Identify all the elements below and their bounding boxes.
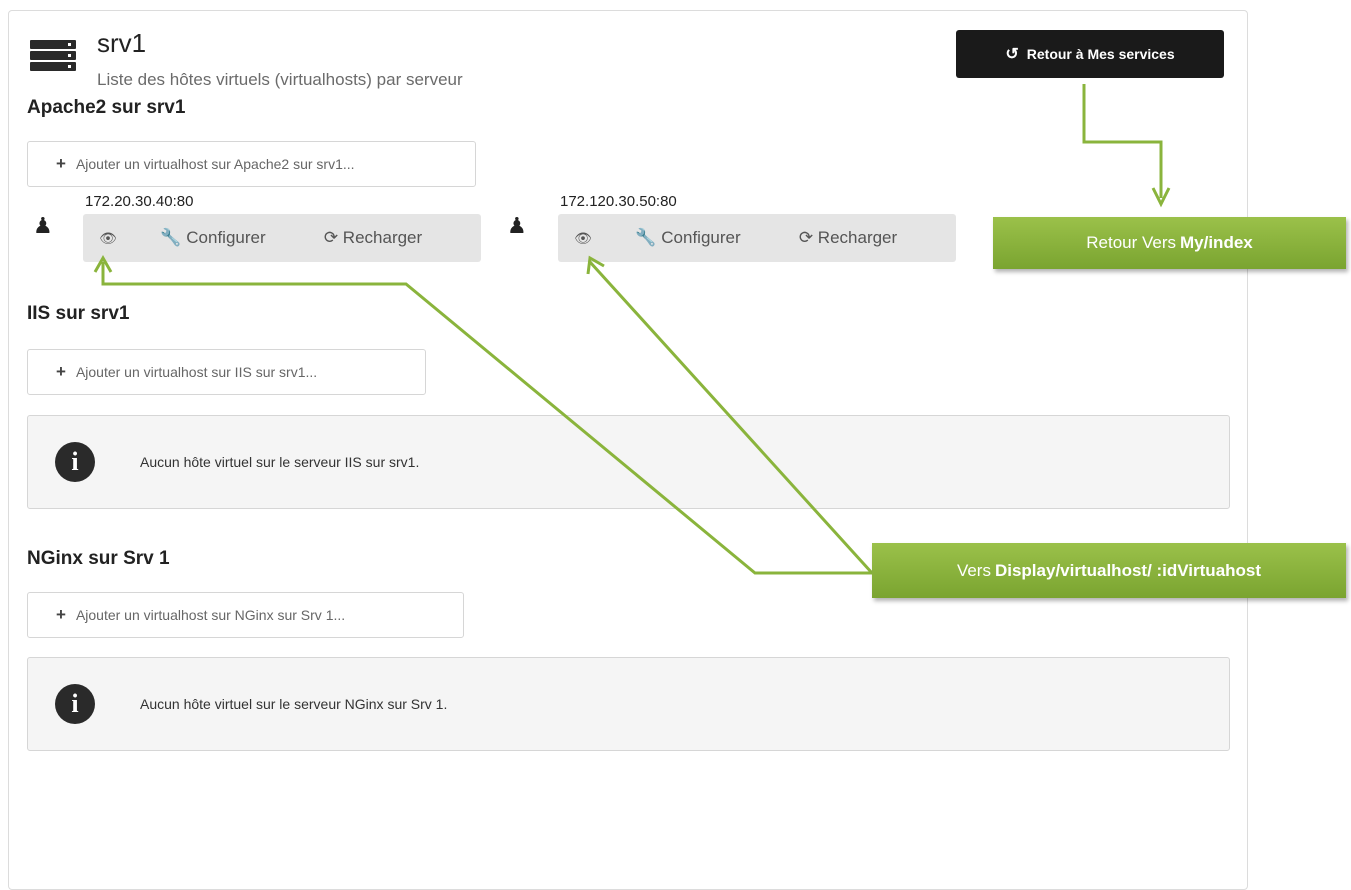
- annotation-target: My/index: [1180, 233, 1253, 252]
- eye-icon[interactable]: 👁: [558, 230, 608, 247]
- empty-state-nginx: i Aucun hôte virtuel sur le serveur NGin…: [27, 657, 1230, 751]
- reload-label: Recharger: [817, 228, 898, 247]
- plus-icon: +: [56, 154, 66, 173]
- plus-icon: +: [56, 362, 66, 381]
- server-icon: [30, 40, 76, 72]
- section-title-nginx: NGinx sur Srv 1: [27, 548, 170, 569]
- configure-label: Configurer: [661, 228, 741, 247]
- add-virtualhost-label: Ajouter un virtualhost sur Apache2 sur s…: [75, 156, 355, 172]
- vhost-actions: 👁 🔧 Configurer ⟳ Recharger: [83, 214, 481, 262]
- annotation-target: Display/virtualhost/ :idVirtuahost: [994, 560, 1262, 580]
- vhost-address: 172.20.30.40:80: [85, 193, 194, 210]
- annotation-display-target: Vers Display/virtualhost/ :idVirtuahost: [872, 543, 1346, 598]
- configure-button[interactable]: 🔧 Configurer: [608, 228, 768, 248]
- annotation-back-target: Retour Vers My/index: [993, 217, 1346, 269]
- back-to-services-button[interactable]: ↺ Retour à Mes services: [956, 30, 1224, 78]
- annotation-prefix: Retour Vers: [1086, 233, 1176, 252]
- ghost-icon: ♟: [507, 213, 527, 238]
- plus-icon: +: [56, 605, 66, 624]
- info-icon: i: [55, 442, 95, 482]
- empty-state-iis: i Aucun hôte virtuel sur le serveur IIS …: [27, 415, 1230, 509]
- add-virtualhost-nginx-button[interactable]: + Ajouter un virtualhost sur NGinx sur S…: [27, 592, 464, 638]
- refresh-icon: ⟳: [798, 228, 814, 247]
- empty-message: Aucun hôte virtuel sur le serveur NGinx …: [140, 696, 448, 712]
- section-title-apache2: Apache2 sur srv1: [27, 97, 186, 118]
- configure-label: Configurer: [186, 228, 266, 247]
- add-virtualhost-label: Ajouter un virtualhost sur IIS sur srv1.…: [75, 364, 318, 380]
- vhost-actions: 👁 🔧 Configurer ⟳ Recharger: [558, 214, 956, 262]
- wrench-icon: 🔧: [160, 228, 182, 247]
- reload-button[interactable]: ⟳ Recharger: [768, 228, 928, 248]
- empty-message: Aucun hôte virtuel sur le serveur IIS su…: [140, 454, 420, 470]
- reload-label: Recharger: [342, 228, 423, 247]
- reload-button[interactable]: ⟳ Recharger: [293, 228, 453, 248]
- back-button-label: Retour à Mes services: [1026, 46, 1175, 62]
- info-icon: i: [55, 684, 95, 724]
- eye-icon[interactable]: 👁: [83, 230, 133, 247]
- configure-button[interactable]: 🔧 Configurer: [133, 228, 293, 248]
- ghost-icon: ♟: [33, 213, 53, 238]
- undo-icon: ↺: [1005, 46, 1019, 63]
- page-subtitle: Liste des hôtes virtuels (virtualhosts) …: [97, 70, 463, 89]
- refresh-icon: ⟳: [323, 228, 339, 247]
- page-title: srv1: [97, 28, 147, 58]
- add-virtualhost-apache2-button[interactable]: + Ajouter un virtualhost sur Apache2 sur…: [27, 141, 476, 187]
- annotation-prefix: Vers: [956, 560, 991, 580]
- add-virtualhost-label: Ajouter un virtualhost sur NGinx sur Srv…: [75, 607, 346, 623]
- vhost-address: 172.120.30.50:80: [560, 193, 677, 210]
- section-title-iis: IIS sur srv1: [27, 303, 130, 324]
- add-virtualhost-iis-button[interactable]: + Ajouter un virtualhost sur IIS sur srv…: [27, 349, 426, 395]
- wrench-icon: 🔧: [635, 228, 657, 247]
